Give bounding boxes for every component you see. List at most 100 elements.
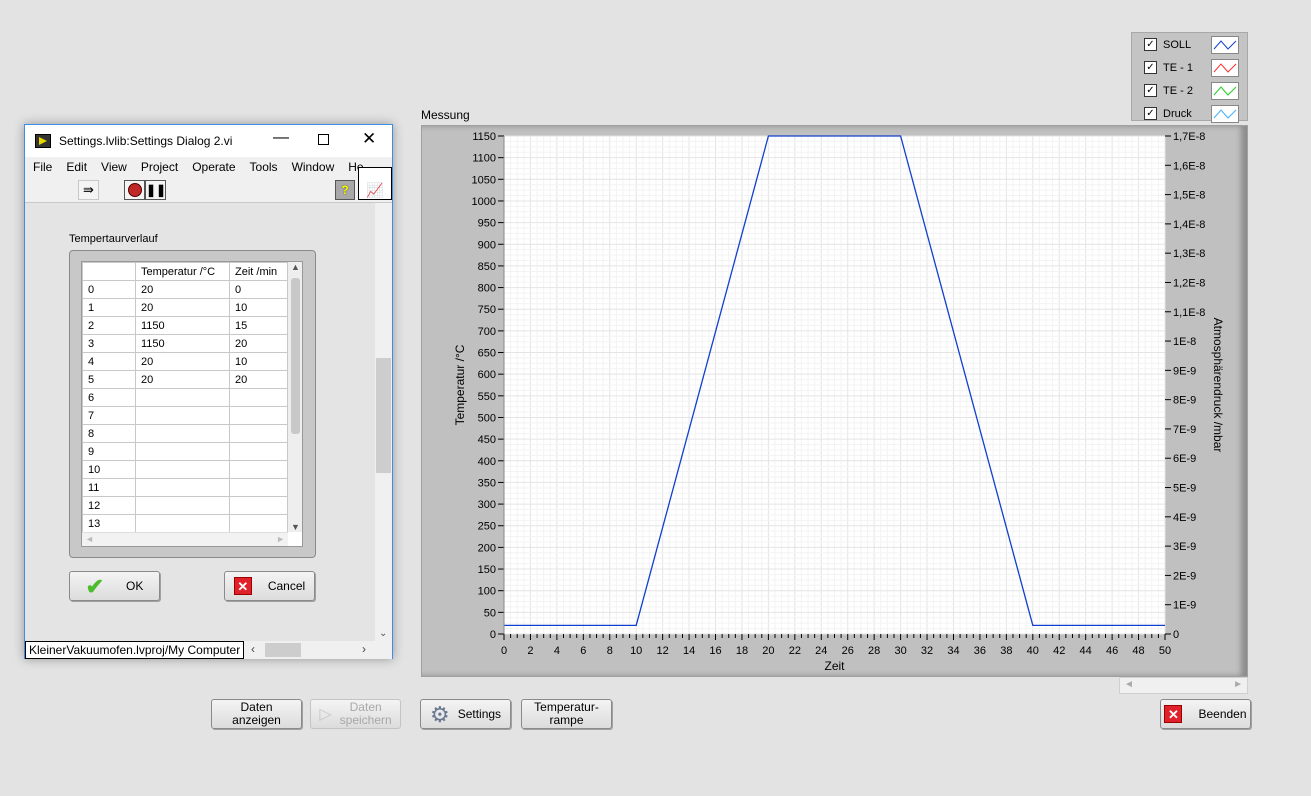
legend-swatch xyxy=(1211,58,1239,77)
run-arrow-icon[interactable]: ⇛ xyxy=(78,180,99,200)
scroll-down-icon[interactable]: ▼ xyxy=(291,522,300,532)
scroll-right-icon[interactable]: ► xyxy=(276,534,285,544)
scroll-thumb[interactable] xyxy=(376,358,391,473)
table-cell[interactable]: 15 xyxy=(229,316,288,335)
legend-item[interactable]: ✓ TE - 1 xyxy=(1132,56,1247,79)
table-cell[interactable]: 10 xyxy=(229,352,288,371)
menu-item[interactable]: Window xyxy=(292,160,335,174)
x-tick-label: 18 xyxy=(736,645,748,657)
table-cell[interactable] xyxy=(229,496,288,515)
scroll-left-icon[interactable]: ‹ xyxy=(251,642,255,656)
menu-item[interactable]: Tools xyxy=(250,160,278,174)
beenden-label: Beenden xyxy=(1198,706,1247,721)
x-tick-label: 46 xyxy=(1106,645,1118,657)
minimize-button[interactable]: — xyxy=(273,129,289,147)
legend-swatch xyxy=(1211,81,1239,100)
table-cell[interactable] xyxy=(135,460,230,479)
checkbox[interactable]: ✓ xyxy=(1144,38,1157,51)
y2-tick-label: 5E-9 xyxy=(1173,483,1196,495)
table-cell[interactable] xyxy=(135,496,230,515)
x-tick-label: 48 xyxy=(1132,645,1144,657)
table-cell[interactable]: 20 xyxy=(135,370,230,389)
pause-button[interactable]: ❚❚ xyxy=(145,180,166,200)
checkbox[interactable]: ✓ xyxy=(1144,84,1157,97)
ok-button[interactable]: ✔ OK xyxy=(69,571,160,601)
table-cell[interactable] xyxy=(229,478,288,497)
temperaturrampe-button[interactable]: Temperatur- rampe xyxy=(521,699,612,729)
temperature-table[interactable]: Temperatur /°C Zeit /min 0 20 0 1 20 10 2 1150 15 3… xyxy=(82,262,288,533)
row-index: 1 xyxy=(82,298,136,317)
daten-speichern-button[interactable]: ▷ Daten speichern xyxy=(310,699,401,729)
checkbox[interactable]: ✓ xyxy=(1144,107,1157,120)
menu-item[interactable]: Operate xyxy=(192,160,235,174)
table-row: 12 xyxy=(82,496,288,515)
legend-item[interactable]: ✓ SOLL xyxy=(1132,33,1247,56)
table-row: 3 1150 20 xyxy=(82,334,288,353)
table-cell[interactable]: 20 xyxy=(135,352,230,371)
table-row: 1 20 10 xyxy=(82,298,288,317)
scroll-right-icon[interactable]: ► xyxy=(1233,679,1243,690)
close-button[interactable]: ✕ xyxy=(362,129,376,149)
x-tick-label: 24 xyxy=(815,645,827,657)
scroll-up-icon[interactable]: ▲ xyxy=(291,262,300,272)
table-cell[interactable] xyxy=(229,442,288,461)
daten-anzeigen-button[interactable]: Daten anzeigen xyxy=(211,699,302,729)
table-cell[interactable] xyxy=(135,406,230,425)
context-help-button[interactable]: ? xyxy=(335,180,355,200)
table-cell[interactable]: 20 xyxy=(135,280,230,299)
y-tick-label: 800 xyxy=(478,283,496,295)
legend-item[interactable]: ✓ Druck xyxy=(1132,102,1247,125)
scroll-thumb[interactable] xyxy=(265,643,301,657)
table-cell[interactable] xyxy=(229,460,288,479)
checkbox[interactable]: ✓ xyxy=(1144,61,1157,74)
x-tick-label: 26 xyxy=(842,645,854,657)
x-tick-label: 44 xyxy=(1080,645,1092,657)
legend-item[interactable]: ✓ TE - 2 xyxy=(1132,79,1247,102)
y2-tick-label: 1,6E-8 xyxy=(1173,160,1205,172)
table-cell[interactable] xyxy=(229,514,288,533)
graph-horizontal-scrollbar[interactable]: ◄ ► xyxy=(1119,677,1248,694)
menu-item[interactable]: File xyxy=(33,160,52,174)
table-cell[interactable]: 20 xyxy=(229,370,288,389)
table-cell[interactable]: 20 xyxy=(229,334,288,353)
table-cell[interactable]: 0 xyxy=(229,280,288,299)
settings-button[interactable]: ⚙ Settings xyxy=(420,699,511,729)
table-cell[interactable]: 10 xyxy=(229,298,288,317)
table-cell[interactable] xyxy=(135,424,230,443)
menu-item[interactable]: Edit xyxy=(66,160,87,174)
menu-item[interactable]: View xyxy=(101,160,127,174)
table-cell[interactable]: 20 xyxy=(135,298,230,317)
table-cell[interactable] xyxy=(135,442,230,461)
table-horizontal-scrollbar[interactable]: ◄ ► xyxy=(82,532,288,546)
table-cell[interactable] xyxy=(229,424,288,443)
y2-tick-label: 4E-9 xyxy=(1173,512,1196,524)
project-path: KleinerVakuumofen.lvproj/My Computer xyxy=(25,641,245,659)
abort-button[interactable] xyxy=(124,180,145,200)
x-tick-label: 16 xyxy=(709,645,721,657)
scroll-down-icon[interactable]: ⌄ xyxy=(379,628,387,639)
table-cell[interactable] xyxy=(135,388,230,407)
scroll-thumb[interactable] xyxy=(291,278,300,434)
table-cell[interactable]: 1150 xyxy=(135,334,230,353)
row-index: 13 xyxy=(82,514,136,533)
scroll-right-icon[interactable]: › xyxy=(362,642,366,656)
scroll-left-icon[interactable]: ◄ xyxy=(85,534,94,544)
maximize-button[interactable] xyxy=(318,134,329,145)
dialog-vertical-scrollbar[interactable]: ⌄ xyxy=(375,203,392,641)
scroll-left-icon[interactable]: ◄ xyxy=(1124,679,1134,690)
table-cell[interactable]: 1150 xyxy=(135,316,230,335)
row-index: 12 xyxy=(82,496,136,515)
table-cell[interactable] xyxy=(135,478,230,497)
menu-item[interactable]: Project xyxy=(141,160,178,174)
x-tick-label: 0 xyxy=(501,645,507,657)
cancel-button[interactable]: ✕ Cancel xyxy=(224,571,315,601)
table-cell[interactable] xyxy=(229,406,288,425)
y-tick-label: 300 xyxy=(478,499,496,511)
beenden-button[interactable]: ✕ Beenden xyxy=(1160,699,1251,729)
table-row: 10 xyxy=(82,460,288,479)
table-cell[interactable] xyxy=(229,388,288,407)
table-cell[interactable] xyxy=(135,514,230,533)
y2-tick-label: 8E-9 xyxy=(1173,395,1196,407)
table-vertical-scrollbar[interactable]: ▲ ▼ xyxy=(288,262,302,532)
y2-tick-label: 6E-9 xyxy=(1173,453,1196,465)
